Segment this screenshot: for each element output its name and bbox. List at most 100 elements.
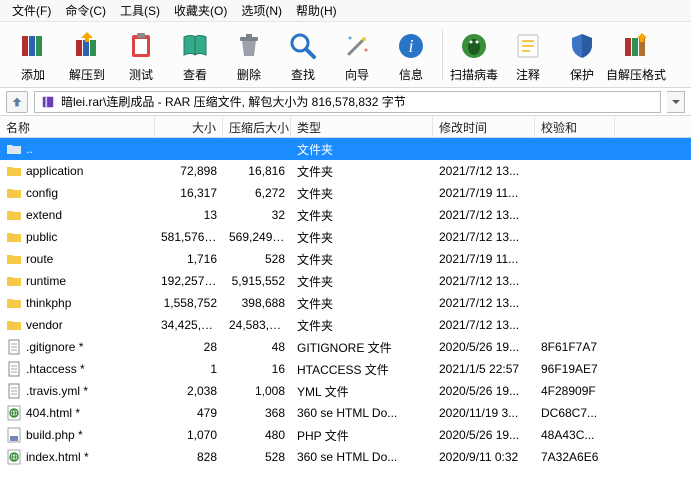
table-row[interactable]: .htaccess *116HTACCESS 文件2021/1/5 22:579…: [0, 358, 691, 380]
menu-item[interactable]: 命令(C): [59, 1, 112, 20]
cell-size: 13: [155, 208, 223, 222]
cell-packed: 6,272: [223, 186, 291, 200]
path-dropdown[interactable]: [667, 91, 685, 113]
tool-add[interactable]: 添加: [6, 26, 60, 85]
cell-name: vendor: [0, 317, 155, 333]
menu-item[interactable]: 帮助(H): [290, 1, 343, 20]
tool-test[interactable]: 测试: [114, 26, 168, 85]
table-row[interactable]: thinkphp1,558,752398,688文件夹2021/7/12 13.…: [0, 292, 691, 314]
cell-mtime: 2021/1/5 22:57: [433, 362, 535, 376]
up-button[interactable]: [6, 91, 28, 113]
cell-size: 1,716: [155, 252, 223, 266]
svg-text:i: i: [408, 36, 413, 56]
table-row[interactable]: application72,89816,816文件夹2021/7/12 13..…: [0, 160, 691, 182]
table-row[interactable]: 404.html *479368360 se HTML Do...2020/11…: [0, 402, 691, 424]
cell-mtime: 2020/5/26 19...: [433, 384, 535, 398]
cell-packed: 528: [223, 450, 291, 464]
table-row[interactable]: build.php *1,070480PHP 文件2020/5/26 19...…: [0, 424, 691, 446]
cell-name: route: [0, 251, 155, 267]
cell-mtime: 2020/11/19 3...: [433, 406, 535, 420]
file-name: .travis.yml *: [26, 384, 88, 398]
cell-mtime: 2021/7/19 11...: [433, 186, 535, 200]
path-field[interactable]: 暗lei.rar\连刷成品 - RAR 压缩文件, 解包大小为 816,578,…: [34, 91, 661, 113]
cell-size: 1,558,752: [155, 296, 223, 310]
php-icon: [6, 427, 22, 443]
bug-icon: [456, 28, 492, 64]
cell-type: 文件夹: [291, 273, 433, 290]
col-crc[interactable]: 校验和: [535, 116, 615, 137]
table-row[interactable]: .. 文件夹: [0, 138, 691, 160]
cell-crc: 7A32A6E6: [535, 450, 615, 464]
tool-view[interactable]: 查看: [168, 26, 222, 85]
table-row[interactable]: extend1332文件夹2021/7/12 13...: [0, 204, 691, 226]
file-icon: [6, 361, 22, 377]
table-row[interactable]: route1,716528文件夹2021/7/19 11...: [0, 248, 691, 270]
file-name: route: [26, 252, 53, 266]
menu-item[interactable]: 收藏夹(O): [168, 1, 233, 20]
col-name[interactable]: 名称: [0, 116, 155, 137]
tool-label: 自解压格式: [606, 66, 666, 83]
table-row[interactable]: index.html *828528360 se HTML Do...2020/…: [0, 446, 691, 468]
table-row[interactable]: vendor34,425,77924,583,568文件夹2021/7/12 1…: [0, 314, 691, 336]
cell-crc: DC68C7...: [535, 406, 615, 420]
tool-virus[interactable]: 扫描病毒: [447, 26, 501, 85]
folder-icon: [6, 163, 22, 179]
col-mtime[interactable]: 修改时间: [433, 116, 535, 137]
cell-name: .travis.yml *: [0, 383, 155, 399]
cell-packed: 368: [223, 406, 291, 420]
tool-wizard[interactable]: 向导: [330, 26, 384, 85]
cell-size: 72,898: [155, 164, 223, 178]
tool-sfx[interactable]: 自解压格式: [609, 26, 663, 85]
cell-mtime: 2020/5/26 19...: [433, 340, 535, 354]
info-icon: i: [393, 28, 429, 64]
cell-mtime: 2021/7/12 13...: [433, 318, 535, 332]
cell-name: runtime: [0, 273, 155, 289]
file-name: ..: [26, 142, 33, 156]
table-row[interactable]: config16,3176,272文件夹2021/7/19 11...: [0, 182, 691, 204]
cell-packed: 16,816: [223, 164, 291, 178]
tool-label: 扫描病毒: [450, 66, 498, 83]
file-name: extend: [26, 208, 62, 222]
cell-name: application: [0, 163, 155, 179]
tool-extract[interactable]: 解压到: [60, 26, 114, 85]
menu-item[interactable]: 文件(F): [6, 1, 57, 20]
col-packed[interactable]: 压缩后大小: [223, 116, 291, 137]
table-row[interactable]: .gitignore *2848GITIGNORE 文件2020/5/26 19…: [0, 336, 691, 358]
cell-mtime: 2021/7/12 13...: [433, 208, 535, 222]
cell-size: 1: [155, 362, 223, 376]
cell-size: 16,317: [155, 186, 223, 200]
file-name: .gitignore *: [26, 340, 83, 354]
cell-type: YML 文件: [291, 383, 433, 400]
cell-mtime: 2021/7/12 13...: [433, 230, 535, 244]
cell-mtime: 2021/7/19 11...: [433, 252, 535, 266]
note-icon: [510, 28, 546, 64]
cell-size: 1,070: [155, 428, 223, 442]
cell-name: public: [0, 229, 155, 245]
tool-protect[interactable]: 保护: [555, 26, 609, 85]
table-row[interactable]: .travis.yml *2,0381,008YML 文件2020/5/26 1…: [0, 380, 691, 402]
tool-label: 测试: [129, 66, 153, 83]
cell-type: 文件夹: [291, 141, 433, 158]
file-icon: [6, 383, 22, 399]
cell-size: 581,576,6...: [155, 230, 223, 244]
cell-name: .gitignore *: [0, 339, 155, 355]
search-icon: [285, 28, 321, 64]
col-type[interactable]: 类型: [291, 116, 433, 137]
shield-icon: [564, 28, 600, 64]
tool-info[interactable]: i信息: [384, 26, 438, 85]
cell-packed: 528: [223, 252, 291, 266]
cell-name: index.html *: [0, 449, 155, 465]
tool-comment[interactable]: 注释: [501, 26, 555, 85]
tool-find[interactable]: 查找: [276, 26, 330, 85]
cell-crc: 96F19AE7: [535, 362, 615, 376]
menu-item[interactable]: 工具(S): [114, 1, 166, 20]
tool-delete[interactable]: 删除: [222, 26, 276, 85]
cell-type: 文件夹: [291, 317, 433, 334]
table-row[interactable]: runtime192,257,9...5,915,552文件夹2021/7/12…: [0, 270, 691, 292]
col-size[interactable]: 大小: [155, 116, 223, 137]
cell-size: 2,038: [155, 384, 223, 398]
menu-item[interactable]: 选项(N): [235, 1, 288, 20]
table-row[interactable]: public581,576,6...569,249,8...文件夹2021/7/…: [0, 226, 691, 248]
file-list: ..文件夹application72,89816,816文件夹2021/7/12…: [0, 138, 691, 501]
folder-up-icon: [6, 141, 22, 157]
